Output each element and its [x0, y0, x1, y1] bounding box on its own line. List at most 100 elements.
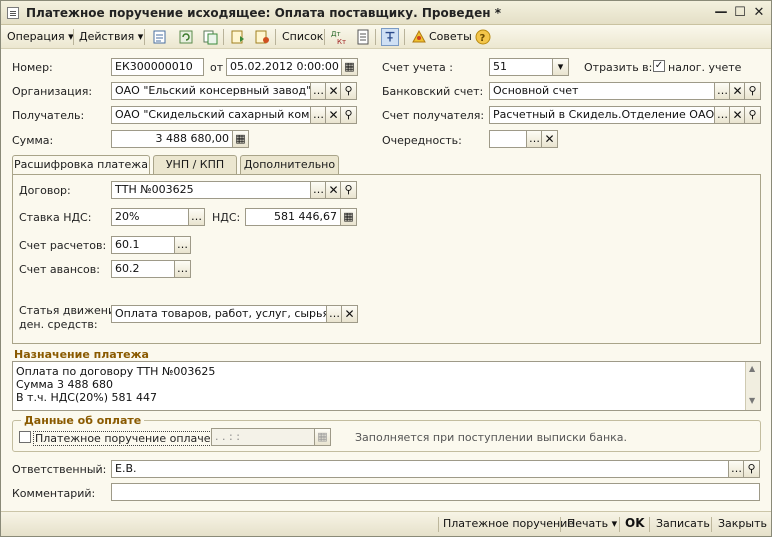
copy-icon[interactable] — [201, 28, 219, 46]
structure-icon[interactable] — [253, 28, 271, 46]
recipient-account-field[interactable]: Расчетный в Скидель.Отделение ОАО "Бел — [489, 106, 715, 124]
toolbar-separator — [144, 29, 145, 45]
paid-checkbox[interactable] — [19, 431, 31, 443]
status-separator — [619, 517, 620, 532]
organization-field[interactable]: ОАО "Ельский консервный завод" — [111, 82, 311, 100]
recipient-field[interactable]: ОАО "Скидельский сахарный комбина — [111, 106, 311, 124]
payment-data-title: Данные об оплате — [21, 414, 145, 427]
org-search-button[interactable]: ⚲ — [340, 82, 357, 100]
tips-button[interactable]: Советы — [429, 28, 472, 46]
tax-accounting-label: налог. учете — [668, 61, 742, 74]
paid-date-calendar-button[interactable]: ▦ — [314, 428, 331, 446]
print-form-button[interactable]: Платежное поручение — [443, 517, 574, 530]
refresh-icon[interactable] — [177, 28, 195, 46]
toolbar-separator — [404, 29, 405, 45]
settlement-account-field[interactable]: 60.1 — [111, 236, 175, 254]
recipient-account-search-button[interactable]: ⚲ — [744, 106, 761, 124]
vat-rate-label: Ставка НДС: — [19, 211, 92, 224]
sum-label: Сумма: — [12, 134, 54, 147]
print-menu-button[interactable]: Печать ▾ — [567, 517, 617, 530]
calculator-icon: ▦ — [343, 210, 354, 223]
document-window: Платежное поручение исходящее: Оплата по… — [0, 0, 772, 537]
date-field[interactable]: 05.02.2012 0:00:00 — [226, 58, 342, 76]
number-field[interactable]: ЕК300000010 — [111, 58, 204, 76]
advance-account-field[interactable]: 60.2 — [111, 260, 175, 278]
settlement-account-select-button[interactable]: … — [174, 236, 191, 254]
payment-details-panel: Договор: ТТН №003625 … ✕ ⚲ Ставка НДС: 2… — [12, 174, 761, 344]
actions-menu[interactable]: Действия ▾ — [79, 28, 143, 46]
post-document-icon[interactable] — [151, 28, 169, 46]
priority-clear-button[interactable]: ✕ — [541, 130, 558, 148]
purpose-line: Оплата по договору ТТН №003625 — [16, 365, 216, 378]
report-icon[interactable] — [354, 28, 372, 46]
purpose-line: Сумма 3 488 680 — [16, 378, 114, 391]
bank-search-button[interactable]: ⚲ — [744, 82, 761, 100]
tab-additional[interactable]: Дополнительно — [240, 155, 339, 175]
dt-kt-icon[interactable]: ДтКт — [330, 28, 348, 46]
help-icon[interactable]: ? — [474, 28, 492, 46]
vat-rate-field[interactable]: 20% — [111, 208, 189, 226]
clear-icon: ✕ — [732, 84, 743, 98]
save-button[interactable]: Записать — [656, 517, 710, 530]
tab-unp-kpp[interactable]: УНП / КПП — [153, 155, 237, 175]
account-label: Счет учета : — [382, 61, 453, 74]
vat-field[interactable]: 581 446,67 — [245, 208, 341, 226]
hierarchy-icon[interactable] — [381, 28, 399, 46]
contract-field[interactable]: ТТН №003625 — [111, 181, 311, 199]
calendar-icon: ▦ — [344, 60, 355, 73]
document-icon — [7, 7, 19, 19]
vat-rate-select-button[interactable]: … — [188, 208, 205, 226]
number-label: Номер: — [12, 61, 53, 74]
search-icon: ⚲ — [747, 462, 756, 475]
close-button[interactable]: Закрыть — [718, 517, 767, 530]
scroll-down-icon[interactable]: ▼ — [749, 396, 755, 405]
tab-payment-details[interactable]: Расшифровка платежа — [12, 155, 150, 176]
cashflow-item-field[interactable]: Оплата товаров, работ, услуг, сырья и ин — [111, 305, 327, 323]
from-label: от — [210, 61, 224, 74]
cashflow-label-line1: Статья движения — [19, 304, 122, 317]
bank-account-field[interactable]: Основной счет — [489, 82, 715, 100]
toolbar: Операция ▾ Действия ▾ Список Дт Кт Советы… — [1, 25, 771, 49]
scroll-up-icon[interactable]: ▲ — [749, 364, 755, 373]
account-field[interactable]: 51 — [489, 58, 553, 76]
maximize-button[interactable]: ☐ — [732, 5, 748, 21]
clear-icon: ✕ — [732, 108, 743, 122]
paid-date-field[interactable]: . . : : — [211, 428, 315, 446]
calendar-button[interactable]: ▦ — [341, 58, 358, 76]
recipient-account-label: Счет получателя: — [382, 109, 485, 122]
search-icon: ⚲ — [344, 183, 353, 196]
operation-menu[interactable]: Операция ▾ — [7, 28, 74, 46]
purpose-textarea[interactable]: Оплата по договору ТТН №003625 Сумма 3 4… — [12, 361, 761, 411]
advance-account-select-button[interactable]: … — [174, 260, 191, 278]
cashflow-label-line2: ден. средств: — [19, 318, 98, 331]
cashflow-clear-button[interactable]: ✕ — [341, 305, 358, 323]
paid-hint: Заполняется при поступлении выписки банк… — [355, 431, 628, 444]
priority-field[interactable] — [489, 130, 527, 148]
toolbar-separator — [275, 29, 276, 45]
tax-accounting-checkbox[interactable]: ✓ — [653, 60, 665, 72]
sum-field[interactable]: 3 488 680,00 — [111, 130, 233, 148]
responsible-label: Ответственный: — [12, 463, 107, 476]
purpose-scrollbar[interactable]: ▲ ▼ — [745, 362, 760, 410]
paid-checkbox-label[interactable]: Платежное поручение оплачено: — [33, 431, 231, 446]
calculator-button[interactable]: ▦ — [232, 130, 249, 148]
comment-label: Комментарий: — [12, 487, 96, 500]
svg-text:Кт: Кт — [337, 38, 346, 46]
list-button[interactable]: Список — [282, 28, 323, 46]
close-window-button[interactable]: ✕ — [751, 5, 767, 21]
recipient-search-button[interactable]: ⚲ — [340, 106, 357, 124]
vat-calculator-button[interactable]: ▦ — [340, 208, 357, 226]
recipient-label: Получатель: — [12, 109, 85, 122]
ok-button[interactable]: OK — [625, 516, 645, 530]
responsible-search-button[interactable]: ⚲ — [743, 460, 760, 478]
comment-field[interactable] — [111, 483, 760, 501]
bottom-command-bar: Платежное поручение Печать ▾ OK Записать… — [1, 511, 771, 536]
purpose-line: В т.ч. НДС(20%) 581 447 — [16, 391, 158, 404]
create-based-on-icon[interactable] — [229, 28, 247, 46]
contract-search-button[interactable]: ⚲ — [340, 181, 357, 199]
account-dropdown-button[interactable]: ▾ — [552, 58, 569, 76]
responsible-field[interactable]: Е.В. — [111, 460, 729, 478]
search-icon: ⚲ — [748, 108, 757, 121]
minimize-button[interactable]: — — [713, 5, 729, 21]
tips-icon[interactable] — [410, 28, 428, 46]
